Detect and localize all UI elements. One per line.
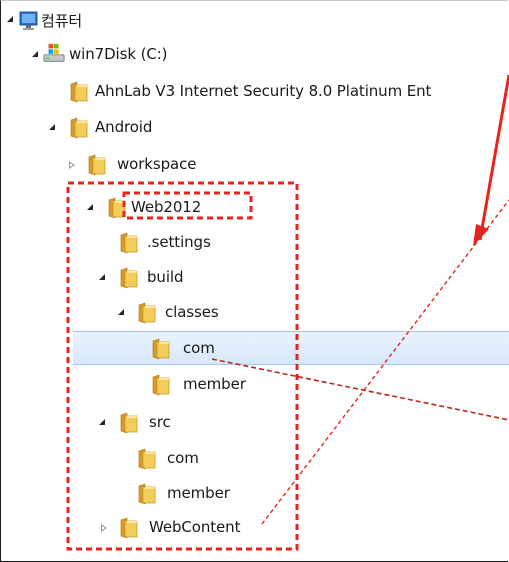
windows-drive-icon — [43, 43, 65, 62]
tree-item-webcontent[interactable]: WebContent — [1, 511, 509, 545]
tree-item-label: member — [167, 484, 230, 502]
expand-arrow-icon[interactable] — [32, 51, 38, 57]
tree-item-build[interactable]: build — [1, 261, 509, 295]
folder-icon — [138, 302, 156, 324]
tree-item-classes[interactable]: classes — [1, 296, 509, 330]
tree-item-src-com[interactable]: com — [1, 442, 509, 476]
tree-item-member[interactable]: member — [1, 368, 509, 402]
tree-item-src[interactable]: src — [1, 406, 509, 440]
expand-arrow-icon[interactable] — [118, 309, 124, 315]
collapse-arrow-icon[interactable] — [101, 524, 107, 532]
tree-item-computer[interactable]: 컴퓨터 — [1, 3, 509, 37]
expand-arrow-icon[interactable] — [87, 204, 93, 210]
tree-item-label: member — [183, 375, 246, 393]
tree-item-label: WebContent — [149, 518, 241, 536]
tree-item-label: build — [147, 268, 184, 286]
tree-item-label: 컴퓨터 — [41, 12, 83, 30]
tree-item-com-selected[interactable]: com — [73, 331, 509, 365]
expand-arrow-icon[interactable] — [49, 124, 55, 130]
folder-icon — [108, 197, 126, 219]
folder-icon — [120, 412, 138, 434]
tree-item-drive[interactable]: win7Disk (C:) — [1, 38, 509, 72]
folder-icon — [120, 267, 138, 289]
tree-item-web2012[interactable]: Web2012 — [1, 191, 509, 225]
folder-icon — [70, 81, 88, 103]
computer-icon — [19, 11, 38, 30]
tree-item-src-member[interactable]: member — [1, 477, 509, 511]
expand-arrow-icon[interactable] — [99, 274, 105, 280]
tree-item-label: AhnLab V3 Internet Security 8.0 Platinum… — [95, 82, 432, 100]
tree-item-label: Web2012 — [131, 198, 202, 216]
tree-item-label: win7Disk (C:) — [69, 45, 168, 63]
tree-item-label: classes — [165, 303, 219, 321]
tree-item-workspace[interactable]: workspace — [1, 148, 509, 182]
folder-icon — [138, 483, 156, 505]
tree-item-label: workspace — [117, 155, 197, 173]
folder-icon — [88, 154, 106, 176]
tree-item-label: .settings — [147, 233, 211, 251]
tree-item-ahnlab[interactable]: AhnLab V3 Internet Security 8.0 Platinum… — [1, 75, 509, 109]
folder-icon — [70, 117, 88, 139]
expand-arrow-icon[interactable] — [99, 419, 105, 425]
tree-item-label: com — [183, 339, 215, 357]
folder-tree-panel: 컴퓨터 win7Disk (C:) AhnLab V3 Internet Sec… — [0, 0, 509, 562]
tree-item-label: src — [149, 413, 171, 431]
collapse-arrow-icon[interactable] — [69, 161, 75, 169]
tree-item-android[interactable]: Android — [1, 111, 509, 145]
folder-icon — [138, 448, 156, 470]
folder-icon — [120, 232, 138, 254]
expand-arrow-icon[interactable] — [7, 16, 13, 22]
folder-icon — [152, 338, 170, 360]
folder-icon — [120, 517, 138, 539]
tree-item-label: Android — [95, 118, 153, 136]
tree-item-settings[interactable]: .settings — [1, 226, 509, 260]
tree-item-label: com — [167, 449, 199, 467]
folder-icon — [152, 374, 170, 396]
